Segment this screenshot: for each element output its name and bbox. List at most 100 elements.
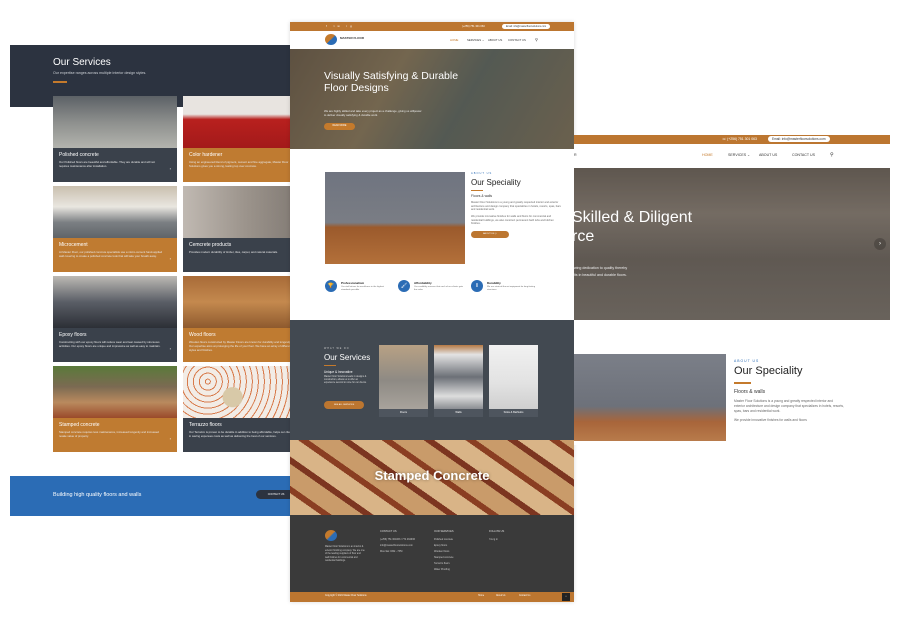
navbar: MASTER FLOOR HOME SERVICES ⌄ ABOUT US CO… [290, 31, 574, 49]
chevron-right-icon[interactable]: › [170, 436, 171, 441]
banner-title: Stamped Concrete [374, 468, 490, 483]
card-title: Epoxy floors [59, 332, 87, 338]
speciality-p2: We provide innovative finishes for walls… [734, 417, 807, 422]
chevron-right-icon[interactable]: › [170, 256, 171, 261]
homepage-preview-zoomed: ☏ (+256) 751 301 063 Email: info@masterf… [572, 135, 890, 445]
services-desc: Master Floor Solutions leads in designs … [324, 376, 367, 385]
card-title: Wood floors [189, 332, 216, 338]
speciality-p1: Master Floor Solutions is a young and gr… [734, 398, 844, 413]
service-card-wood[interactable]: Wood floors Wooden floors constructed by … [183, 276, 307, 362]
speciality-subtitle: Floors & walls [734, 388, 766, 395]
logo-icon[interactable] [325, 34, 337, 45]
copyright-bar: Copyright © 2021 Master Floor Solutions … [290, 592, 574, 602]
feature-desc: We use state-of-the-art equipment for lo… [487, 286, 536, 291]
tile-label: Sinks & Bathtubs [489, 409, 538, 417]
card-image [53, 366, 177, 418]
nav-contact[interactable]: CONTACT US [508, 38, 526, 42]
feature-desc: Our credibility ensures that each of our… [414, 286, 464, 291]
search-icon[interactable]: ⚲ [535, 37, 538, 42]
nav-about[interactable]: ABOUT US [488, 38, 502, 42]
logo-text-partial: R [574, 153, 577, 157]
card-title: Cemcrete products [189, 242, 232, 248]
footer: Master Floor Solutions is an interior & … [290, 515, 574, 592]
services-subtitle: Our expertise ranges across multiple int… [53, 71, 147, 75]
card-desc: Our Terrazzo is proven to be durable in … [189, 430, 294, 438]
hero-desc: wing dedication to quality thereby lts in… [574, 266, 628, 277]
service-card-cemcrete[interactable]: Cemcrete products Provides modern durabil… [183, 186, 307, 272]
service-card-color-hardener[interactable]: Color hardener Using an engineered blend … [183, 96, 307, 182]
speciality-title: Our Speciality [471, 178, 521, 187]
feature-desc: Our staff strives for excellence in the … [341, 286, 385, 291]
email-badge[interactable]: Email: info@masterfloorsolutions.com [768, 136, 830, 142]
speciality-image [574, 354, 726, 441]
phone-text: (+256) 751 301 063 [462, 24, 485, 28]
speciality-section: ABOUT US Our Speciality Floors & walls M… [471, 172, 561, 238]
read-more-button[interactable]: READ MORE [324, 123, 355, 130]
top-bar: ☏ (+256) 751 301 063 Email: info@masterf… [574, 135, 890, 144]
homepage-preview: f tw ig (+256) 751 301 063 Email: info@m… [290, 22, 574, 602]
tile-label: Floors [379, 409, 428, 417]
hero-title: Visually Satisfying & Durable Floor Desi… [324, 70, 459, 94]
durability-icon: ⦀ [471, 280, 483, 292]
nav-about[interactable]: ABOUT US [759, 153, 777, 157]
card-title: Terrazzo floors [189, 422, 222, 428]
footer-link-contact[interactable]: Contact Us [519, 595, 530, 597]
card-title: Polished concrete [59, 152, 99, 158]
speciality-subtitle: Floors & walls [471, 194, 493, 199]
nav-home[interactable]: HOME [450, 38, 458, 42]
service-card-polished-concrete[interactable]: Polished concrete Our Polished floors are… [53, 96, 177, 182]
service-card-microcement[interactable]: Microcement At Master Floor, our polished… [53, 186, 177, 272]
chevron-right-icon[interactable]: › [170, 346, 171, 351]
nav-services[interactable]: SERVICES ⌄ [728, 153, 750, 157]
footer-service-link[interactable]: Water Proofing [434, 567, 454, 573]
service-card-terrazzo[interactable]: Terrazzo floors Our Terrazzo is proven to… [183, 366, 307, 452]
card-image [183, 366, 307, 418]
service-tile-floors[interactable]: Floors [379, 345, 428, 417]
hero-title: Skilled & Diligent rce [572, 209, 693, 245]
hero-slider: Skilled & Diligent rce wing dedication to… [572, 168, 890, 320]
footer-hours: Mon-Sat: 8AM - 7PM [380, 550, 403, 553]
footer-link-about[interactable]: About Us [496, 595, 505, 597]
nav-home[interactable]: HOME [702, 153, 713, 157]
chevron-right-icon[interactable]: › [170, 166, 171, 171]
copyright-text: Copyright © 2021 Master Floor Solutions [325, 595, 367, 597]
see-all-services-button[interactable]: SEE ALL SERVICES [324, 401, 364, 409]
card-image [53, 276, 177, 328]
scroll-top-icon[interactable]: ⌃ [562, 593, 570, 601]
footer-contact-heading: CONTACT US [380, 530, 397, 533]
service-card-stamped[interactable]: Stamped concrete Stamped concrete require… [53, 366, 177, 452]
speciality-section: ABOUT US Our Speciality Floors & walls M… [734, 359, 844, 423]
speciality-p2: We provide innovative finishes for walls… [471, 214, 554, 226]
service-tile-walls[interactable]: Walls [434, 345, 483, 417]
phone-text: ☏ (+256) 751 301 063 [722, 137, 757, 141]
stamped-concrete-banner: Stamped Concrete [290, 440, 574, 515]
card-image [183, 276, 307, 328]
card-desc: Constructing with our epoxy floors will … [59, 340, 161, 348]
nav-services[interactable]: SERVICES ⌄ [467, 38, 484, 42]
next-slide-icon[interactable]: › [874, 238, 886, 250]
speciality-kicker: ABOUT US [471, 172, 493, 175]
speciality-p1: Master Floor Solutions is a young and gr… [471, 201, 561, 212]
card-title: Microcement [59, 242, 88, 248]
social-icons[interactable]: f tw ig [326, 24, 355, 28]
card-image [183, 186, 307, 238]
card-desc: Wooden floors constructed by Master Floo… [189, 340, 292, 352]
speciality-image [325, 172, 465, 264]
footer-social-icons[interactable]: f tw ig in [489, 537, 504, 543]
accent-divider [734, 382, 751, 384]
card-title: Color hardener [189, 152, 223, 158]
speciality-title: Our Speciality [734, 365, 803, 377]
footer-link-home[interactable]: Home [478, 595, 484, 597]
service-tile-sinks[interactable]: Sinks & Bathtubs [489, 345, 538, 417]
about-us-button[interactable]: ABOUT US | › [471, 230, 509, 238]
nav-contact[interactable]: CONTACT US [792, 153, 815, 157]
footer-logo-icon[interactable] [325, 530, 337, 541]
card-desc: Our Polished floors are beautiful and af… [59, 160, 155, 168]
service-card-epoxy[interactable]: Epoxy floors Constructing with our epoxy … [53, 276, 177, 362]
search-icon[interactable]: ⚲ [830, 152, 834, 158]
logo-text[interactable]: MASTER FLOOR [340, 36, 364, 40]
accent-divider [471, 190, 483, 192]
accent-divider [53, 81, 67, 83]
hero-slider: Visually Satisfying & Durable Floor Desi… [290, 49, 574, 149]
email-badge[interactable]: Email: info@masterfloorsolutions.com [502, 23, 551, 29]
